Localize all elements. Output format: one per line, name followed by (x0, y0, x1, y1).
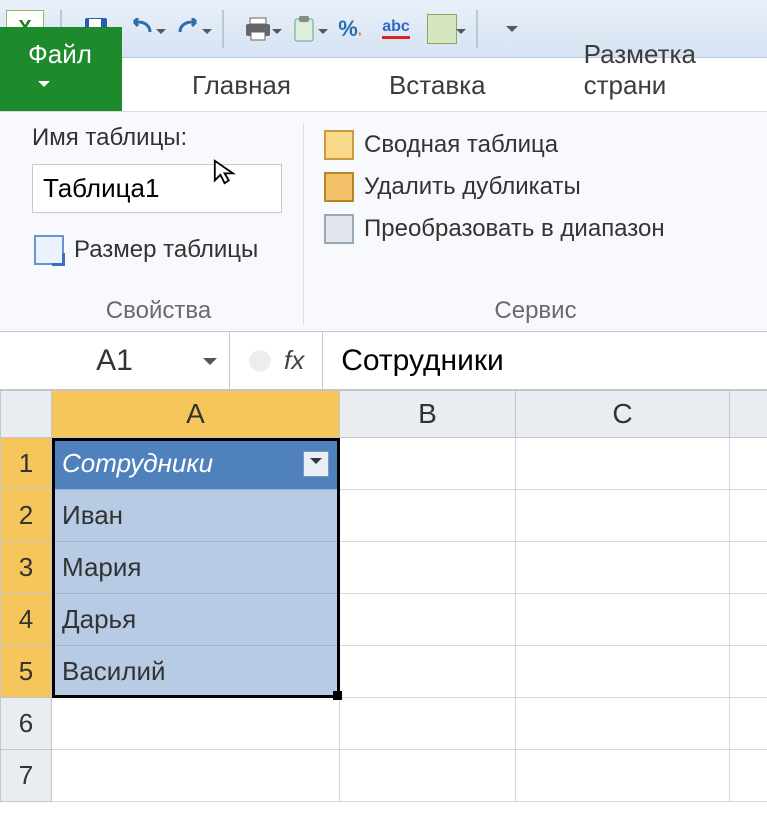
cell[interactable] (730, 438, 767, 490)
cell[interactable] (730, 646, 767, 698)
table-name-label: Имя таблицы: (32, 124, 285, 152)
column-header[interactable] (730, 390, 767, 438)
cell[interactable] (516, 438, 730, 490)
cell[interactable] (516, 594, 730, 646)
cell[interactable] (516, 646, 730, 698)
tab-file-label: Файл (28, 39, 92, 69)
name-box[interactable]: A1 (0, 332, 230, 389)
table-row: Василий (52, 646, 767, 698)
ribbon-group-title-tools: Сервис (322, 287, 749, 325)
spreadsheet-grid[interactable]: 1 2 3 4 5 6 7 A B C Сотрудники Иван (0, 390, 767, 802)
row-headers: 1 2 3 4 5 6 7 (0, 390, 52, 802)
cell[interactable] (730, 594, 767, 646)
cell[interactable]: Василий (52, 646, 340, 698)
column-header[interactable]: A (52, 390, 340, 438)
tab-file[interactable]: Файл (0, 27, 122, 111)
percent-format-icon[interactable]: %, (332, 11, 368, 47)
undo-icon[interactable] (124, 11, 160, 47)
select-all-corner[interactable] (0, 390, 52, 438)
table-row: Дарья (52, 594, 767, 646)
formula-input[interactable] (323, 332, 767, 389)
cell[interactable] (516, 490, 730, 542)
resize-table-icon (34, 235, 64, 265)
row-header[interactable]: 7 (0, 750, 52, 802)
convert-to-range-icon (324, 214, 354, 244)
formula-controls: fx (230, 332, 323, 389)
pivot-table-button[interactable]: Сводная таблица (322, 124, 749, 166)
formula-cancel-icon[interactable] (248, 349, 272, 373)
column-headers: A B C (52, 390, 767, 438)
spellcheck-icon[interactable]: abc (378, 11, 414, 47)
tab-insert[interactable]: Вставка (361, 58, 514, 111)
cell[interactable] (516, 698, 730, 750)
row-header[interactable]: 6 (0, 698, 52, 750)
resize-table-label: Размер таблицы (74, 236, 258, 264)
fx-icon[interactable]: fx (284, 345, 304, 376)
cell[interactable] (52, 698, 340, 750)
cell[interactable] (340, 438, 516, 490)
tools-icon[interactable] (424, 11, 460, 47)
ribbon-body: Имя таблицы: Размер таблицы Свойства Сво… (0, 112, 767, 332)
cell[interactable] (516, 542, 730, 594)
column-header[interactable]: C (516, 390, 730, 438)
formula-bar: A1 fx (0, 332, 767, 390)
remove-duplicates-label: Удалить дубликаты (364, 173, 581, 201)
convert-to-range-button[interactable]: Преобразовать в диапазон (322, 208, 749, 250)
cell[interactable] (340, 750, 516, 802)
table-row: Мария (52, 542, 767, 594)
cell[interactable] (52, 750, 340, 802)
paste-icon[interactable] (286, 11, 322, 47)
qat-separator (222, 10, 224, 48)
row-header[interactable]: 3 (0, 542, 52, 594)
table-name-input[interactable] (32, 164, 282, 213)
cell[interactable] (516, 750, 730, 802)
row-header[interactable]: 1 (0, 438, 52, 490)
name-box-value: A1 (96, 344, 133, 378)
column-header[interactable]: B (340, 390, 516, 438)
pivot-table-label: Сводная таблица (364, 131, 558, 159)
pivot-table-icon (324, 130, 354, 160)
cell[interactable] (340, 646, 516, 698)
tab-home-label: Главная (192, 70, 291, 100)
remove-duplicates-button[interactable]: Удалить дубликаты (322, 166, 749, 208)
tab-page-layout[interactable]: Разметка страни (556, 27, 767, 111)
cell[interactable] (730, 490, 767, 542)
remove-duplicates-icon (324, 172, 354, 202)
cell[interactable]: Дарья (52, 594, 340, 646)
cell[interactable] (730, 750, 767, 802)
convert-to-range-label: Преобразовать в диапазон (364, 215, 665, 243)
cell[interactable] (340, 698, 516, 750)
ribbon-group-title-properties: Свойства (32, 287, 285, 325)
table-row: Сотрудники (52, 438, 767, 490)
redo-icon[interactable] (170, 11, 206, 47)
table-row: Иван (52, 490, 767, 542)
table-header-cell[interactable]: Сотрудники (52, 438, 340, 490)
ribbon-group-properties: Имя таблицы: Размер таблицы Свойства (14, 124, 304, 325)
cell[interactable] (730, 698, 767, 750)
cell[interactable]: Мария (52, 542, 340, 594)
cell[interactable] (340, 594, 516, 646)
filter-dropdown-icon[interactable] (303, 451, 329, 477)
row-header[interactable]: 2 (0, 490, 52, 542)
table-row (52, 698, 767, 750)
table-row (52, 750, 767, 802)
cell[interactable] (730, 542, 767, 594)
tab-home[interactable]: Главная (164, 58, 319, 111)
ribbon-tabs: Файл Главная Вставка Разметка страни (0, 58, 767, 112)
print-icon[interactable] (240, 11, 276, 47)
qat-separator (476, 10, 478, 48)
name-box-dropdown-icon[interactable] (203, 358, 217, 372)
ribbon-group-tools: Сводная таблица Удалить дубликаты Преобр… (304, 124, 767, 325)
table-header-label: Сотрудники (62, 448, 213, 479)
resize-table-button[interactable]: Размер таблицы (32, 229, 285, 271)
cell[interactable]: Иван (52, 490, 340, 542)
cell[interactable] (340, 542, 516, 594)
tab-insert-label: Вставка (389, 70, 486, 100)
customize-qat-icon[interactable] (494, 11, 530, 47)
row-header[interactable]: 5 (0, 646, 52, 698)
cell[interactable] (340, 490, 516, 542)
row-header[interactable]: 4 (0, 594, 52, 646)
tab-page-layout-label: Разметка страни (584, 39, 696, 100)
